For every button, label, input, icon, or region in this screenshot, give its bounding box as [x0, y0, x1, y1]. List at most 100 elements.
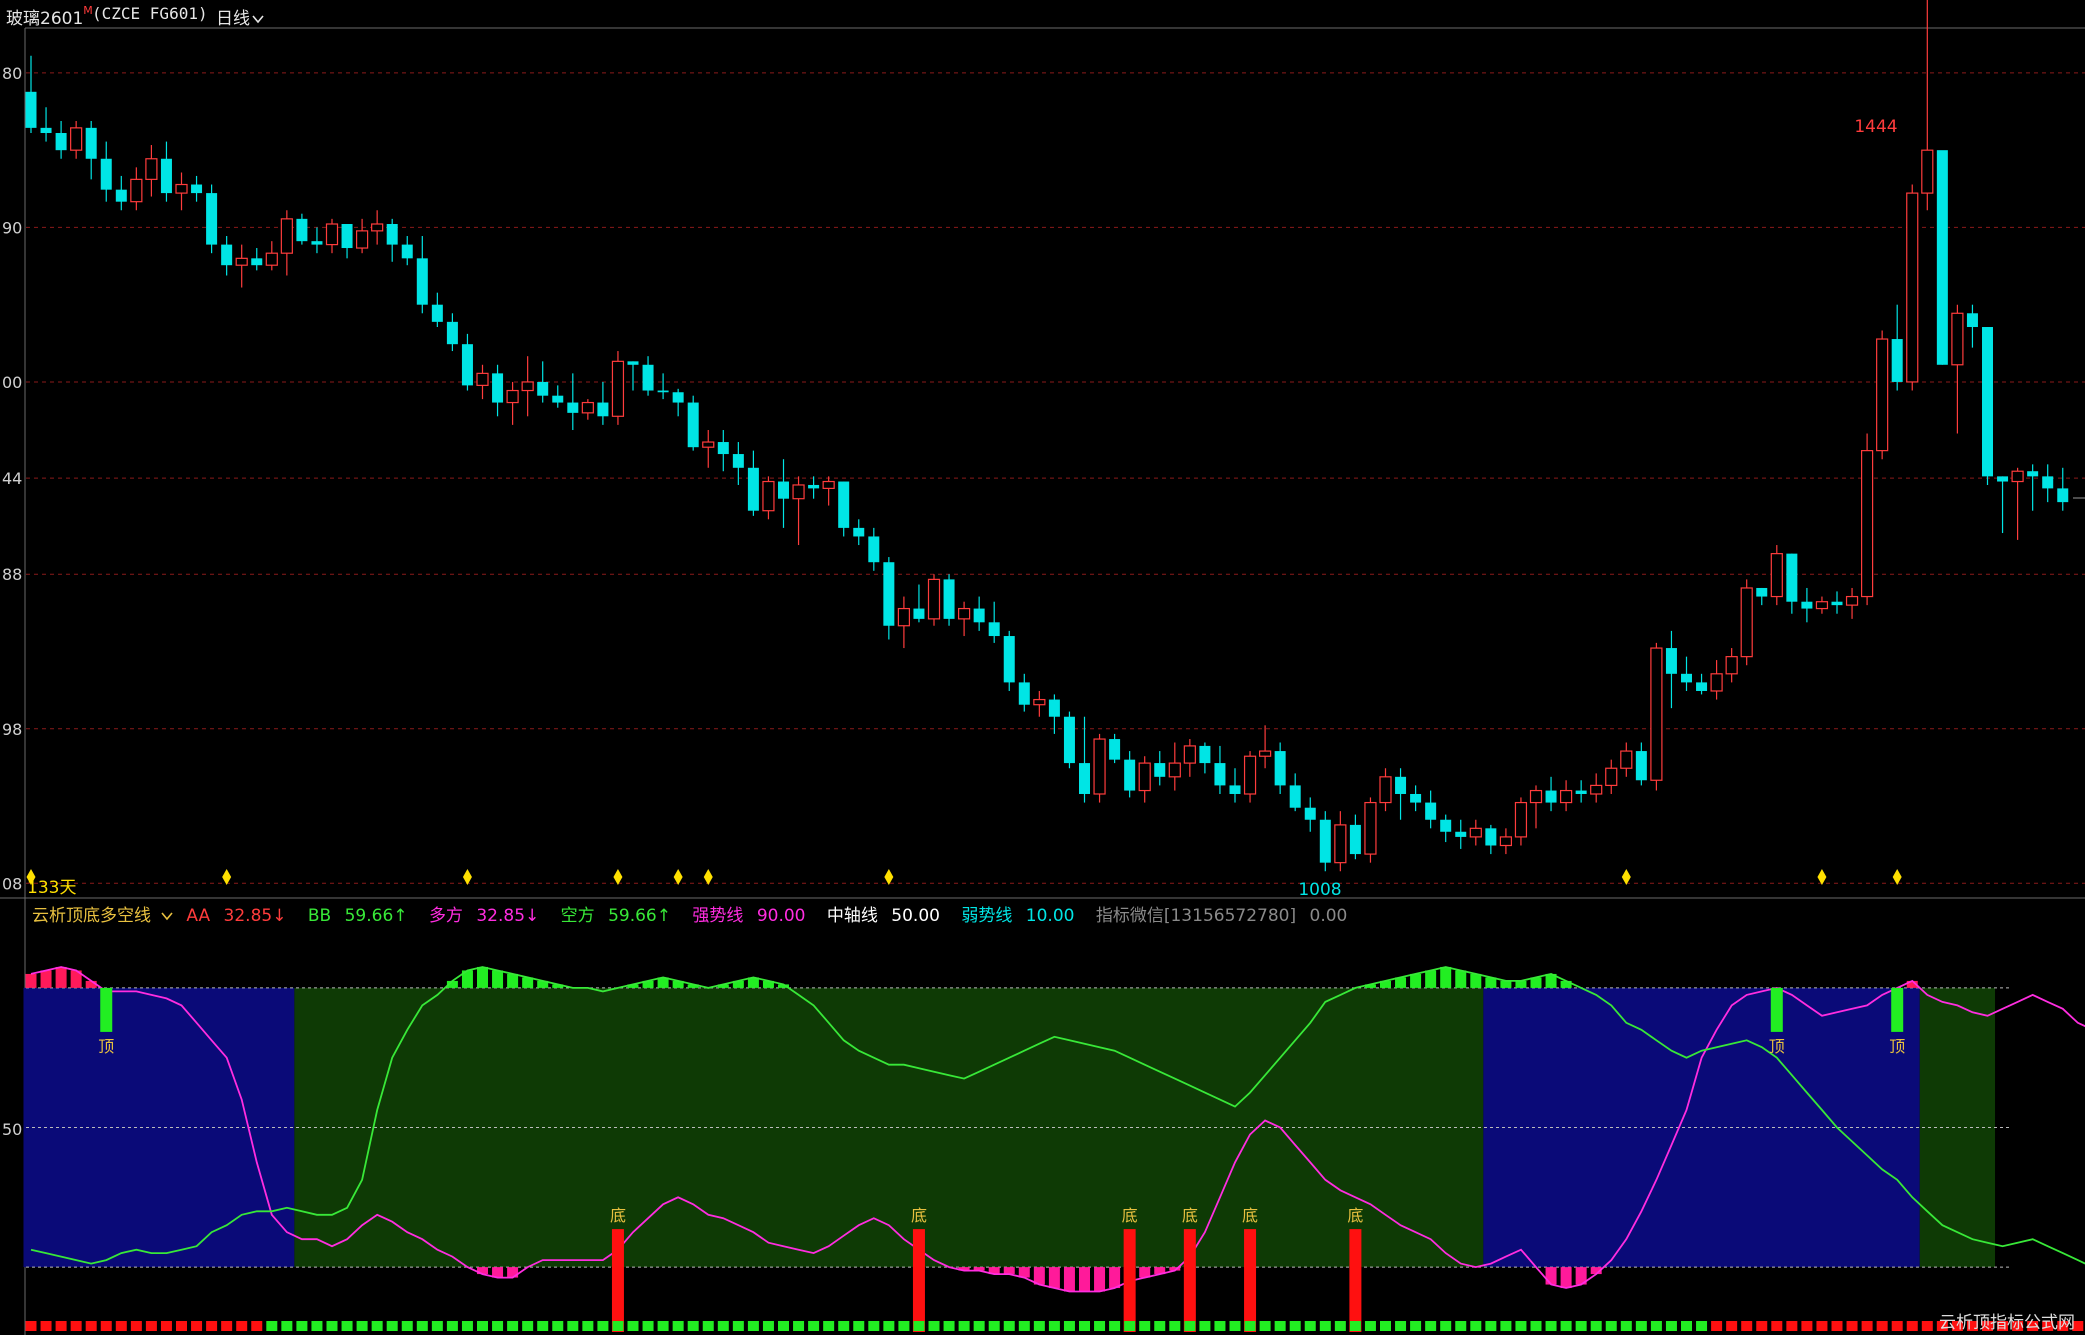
candle	[717, 430, 729, 472]
price-axis-label: 44	[2, 469, 22, 488]
strip-cell	[1304, 1321, 1316, 1331]
strip-cell	[1349, 1321, 1361, 1331]
candle	[642, 356, 654, 396]
chart-canvas[interactable]: 80900044889808 1444 1008 133天 顶顶顶底底底底底底 …	[0, 0, 2085, 1335]
bottom-signal-bar	[611, 1229, 624, 1332]
candle	[1545, 776, 1557, 812]
candle	[943, 574, 955, 626]
strip-cell	[1169, 1321, 1181, 1331]
top-signal-bar	[1770, 987, 1783, 1032]
weak-bar	[1094, 1267, 1106, 1292]
candle	[1093, 733, 1106, 803]
strip-cell	[1756, 1321, 1768, 1331]
candle	[1696, 673, 1708, 695]
candle	[1289, 773, 1301, 812]
strip-cell	[1244, 1321, 1256, 1331]
indicator-zones	[23, 987, 1996, 1268]
strip-cell	[567, 1321, 579, 1331]
strip-cell	[100, 1321, 112, 1331]
strip-cell	[1726, 1321, 1738, 1331]
candle	[386, 218, 398, 262]
strip-cell	[206, 1321, 218, 1331]
strip-cell	[1289, 1321, 1301, 1331]
strip-cell	[1455, 1321, 1467, 1331]
strip-cell	[251, 1321, 263, 1331]
strip-cell	[1696, 1321, 1708, 1331]
candle	[913, 584, 925, 623]
strip-cell	[85, 1321, 97, 1331]
candle	[1425, 790, 1437, 829]
strip-cell	[537, 1321, 549, 1331]
candle	[822, 476, 835, 506]
candle	[1620, 742, 1633, 777]
candle	[1033, 690, 1046, 717]
candle	[1485, 824, 1497, 855]
strip-cell	[943, 1321, 955, 1331]
strong-bar	[1515, 980, 1527, 988]
signal-diamond-icon	[1892, 869, 1902, 885]
price-axis-label: 90	[2, 218, 22, 237]
candle	[927, 574, 941, 626]
candle	[1665, 630, 1677, 709]
strip-cell	[236, 1321, 248, 1331]
strip-cell	[928, 1321, 940, 1331]
signal-markers	[26, 869, 1902, 885]
candle	[1575, 780, 1587, 803]
candle	[1154, 751, 1166, 786]
candle	[1725, 648, 1738, 683]
strip-cell	[868, 1321, 880, 1331]
weak-bar	[1048, 1267, 1060, 1289]
strip-cell	[431, 1321, 443, 1331]
candle	[206, 184, 218, 254]
candle	[446, 313, 458, 352]
strip-cell	[1681, 1321, 1692, 1331]
strip-cell	[55, 1321, 67, 1331]
strip-cell	[1500, 1321, 1512, 1331]
candle	[597, 381, 609, 425]
strip-cell	[1876, 1321, 1888, 1331]
candle	[762, 476, 775, 520]
indicator-name[interactable]: 云析顶底多空线	[32, 906, 173, 926]
strong-bar	[1470, 973, 1482, 988]
duo-readout: 多方 32.85↓	[428, 906, 540, 926]
candle	[973, 596, 985, 631]
candle	[431, 292, 443, 328]
strong-bar	[1425, 970, 1437, 988]
candle	[808, 476, 820, 499]
candle	[1815, 596, 1829, 614]
strip-cell	[1530, 1321, 1542, 1331]
mid-line-readout: 中轴线 50.00	[826, 906, 940, 926]
strip-cell	[1334, 1321, 1346, 1331]
weak-bar	[1079, 1267, 1090, 1292]
strong-bar	[1455, 970, 1467, 988]
candle	[492, 364, 504, 417]
strip-cell	[988, 1321, 1000, 1331]
candle	[853, 519, 865, 546]
low-price-label: 1008	[1298, 880, 1341, 900]
candle	[567, 373, 579, 431]
strong-line-readout: 强势线 90.00	[692, 906, 806, 926]
candle	[1214, 745, 1226, 794]
candle	[341, 224, 353, 259]
candle	[1003, 630, 1015, 691]
candle	[2027, 464, 2039, 511]
candle	[1635, 742, 1647, 786]
candle	[1063, 711, 1075, 769]
strip-cell	[1786, 1321, 1798, 1331]
strip-cell	[642, 1321, 654, 1331]
candle	[1138, 756, 1151, 803]
candle	[55, 120, 67, 159]
strip-cell	[793, 1321, 805, 1331]
bottom-mark-label: 底	[1347, 1206, 1363, 1225]
strong-bar	[492, 970, 504, 988]
candle	[1124, 751, 1136, 798]
weak-bar	[1545, 1267, 1557, 1285]
aa-readout: AA 32.85↓	[186, 906, 287, 926]
strip-cell	[1214, 1321, 1226, 1331]
candle	[85, 120, 97, 180]
strip-cell	[356, 1321, 368, 1331]
candle	[868, 527, 880, 571]
candle	[1801, 587, 1813, 623]
candle	[1845, 587, 1859, 619]
strip-cell	[657, 1321, 669, 1331]
